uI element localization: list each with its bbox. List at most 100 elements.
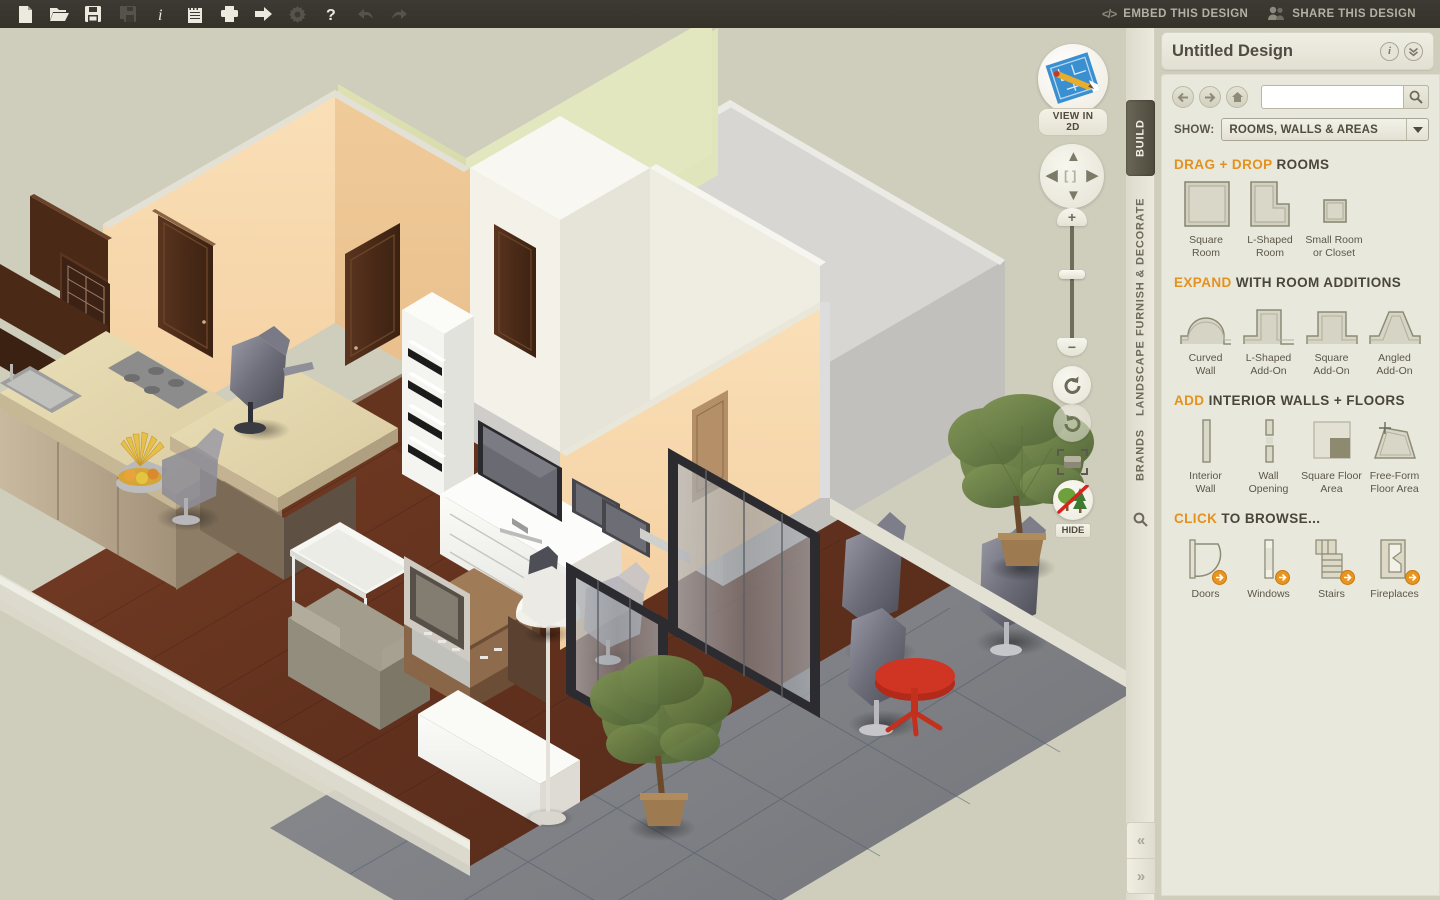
hide-trees-icon	[1057, 485, 1089, 514]
angled-add-on-label: Angled Add-On	[1376, 352, 1413, 377]
wall-opening-icon	[1237, 414, 1300, 466]
square-room-icon	[1174, 178, 1238, 230]
notes-icon[interactable]	[178, 1, 212, 27]
zoom-out-button[interactable]: −	[1057, 338, 1087, 356]
heading-rest-interior: INTERIOR WALLS + FLOORS	[1204, 393, 1405, 408]
l-shaped-room-icon	[1238, 178, 1302, 230]
pan-up-arrow[interactable]: ▲	[1066, 148, 1081, 165]
fireplaces-label: Fireplaces	[1370, 588, 1419, 600]
door-icon	[1174, 532, 1237, 584]
code-icon: </>	[1101, 7, 1117, 21]
panel-home-button[interactable]	[1226, 86, 1248, 108]
rotate-left-button[interactable]	[1053, 366, 1091, 404]
square-add-on-label: Square Add-On	[1313, 352, 1350, 377]
search-submit-button[interactable]	[1403, 85, 1429, 109]
section-heading-interior: ADD INTERIOR WALLS + FLOORS	[1174, 393, 1427, 408]
zoom-in-button[interactable]: +	[1057, 208, 1087, 226]
panel-info-icon[interactable]: i	[1380, 41, 1399, 61]
item-angled-add-on[interactable]: Angled Add-On	[1363, 296, 1426, 377]
stairs-browse-badge-icon[interactable]	[1340, 569, 1355, 585]
curved-wall-icon	[1174, 296, 1237, 348]
snapshot-button[interactable]	[1056, 448, 1089, 476]
pan-right-arrow[interactable]: ▶	[1086, 166, 1098, 184]
heading-rest-additions: WITH ROOM ADDITIONS	[1231, 275, 1402, 290]
window-icon	[1237, 532, 1300, 584]
panel-forward-button[interactable]	[1199, 86, 1221, 108]
item-square-floor-area[interactable]: Square Floor Area	[1300, 414, 1363, 495]
blueprint-pencil-icon	[1045, 52, 1100, 104]
show-select[interactable]: ROOMS, WALLS & AREAS	[1221, 118, 1429, 141]
zoom-track[interactable]	[1070, 220, 1074, 344]
share-label: SHARE THIS DESIGN	[1292, 8, 1416, 20]
rotate-right-button[interactable]	[1053, 404, 1091, 442]
top-toolbar: i ? </> EMBED THIS DESIGN SHARE THIS DES…	[0, 0, 1440, 28]
item-windows[interactable]: Windows	[1237, 532, 1300, 601]
item-doors[interactable]: Doors	[1174, 532, 1237, 601]
item-square-room[interactable]: Square Room	[1174, 178, 1238, 259]
embed-label: EMBED THIS DESIGN	[1123, 8, 1249, 20]
print-icon[interactable]	[212, 1, 246, 27]
hide-plants-disc	[1053, 480, 1093, 520]
heading-accent-interior: ADD	[1174, 393, 1205, 408]
snapshot-frame-icon	[1057, 449, 1088, 475]
save-as-icon[interactable]	[110, 1, 144, 27]
panel-search-icon[interactable]	[1126, 506, 1155, 532]
windows-browse-badge-icon[interactable]	[1275, 569, 1290, 585]
item-curved-wall[interactable]: Curved Wall	[1174, 296, 1237, 377]
l-shaped-add-on-label: L-Shaped Add-On	[1245, 352, 1292, 377]
undo-icon[interactable]	[348, 1, 382, 27]
tab-build[interactable]: BUILD	[1126, 100, 1155, 176]
share-this-design-link[interactable]: SHARE THIS DESIGN	[1258, 0, 1426, 28]
panel-header: Untitled Design i	[1161, 32, 1434, 70]
item-l-shaped-room[interactable]: L-Shaped Room	[1238, 178, 1302, 259]
help-icon[interactable]: ?	[314, 1, 348, 27]
tab-brands[interactable]: BRANDS	[1126, 413, 1155, 497]
save-icon[interactable]	[76, 1, 110, 27]
zoom-thumb[interactable]	[1059, 270, 1085, 279]
interior-wall-icon	[1174, 414, 1237, 466]
angled-add-on-icon	[1363, 296, 1426, 348]
panel-collapse-chevron-icon[interactable]	[1404, 41, 1423, 61]
interior-items: Interior Wall Wall Opening Square Floor Are…	[1174, 414, 1427, 495]
toolbar-right-links: </> EMBED THIS DESIGN SHARE THIS DESIGN	[1092, 0, 1440, 28]
l-shaped-room-label: L-Shaped Room	[1247, 234, 1293, 259]
embed-this-design-link[interactable]: </> EMBED THIS DESIGN	[1092, 0, 1258, 28]
zoom-slider[interactable]: + −	[1057, 208, 1087, 356]
item-stairs[interactable]: Stairs	[1300, 532, 1363, 601]
redo-icon[interactable]	[382, 1, 416, 27]
pan-left-arrow[interactable]: ◀	[1046, 166, 1058, 184]
view-2d-disc	[1038, 44, 1108, 114]
vertical-tab-strip: BUILD FURNISH & DECORATE LANDSCAPE BRAND…	[1126, 28, 1155, 900]
view-in-2d-button[interactable]: VIEW IN 2D	[1038, 44, 1108, 136]
item-wall-opening[interactable]: Wall Opening	[1237, 414, 1300, 495]
pan-down-arrow[interactable]: ▼	[1066, 187, 1081, 204]
stairs-label: Stairs	[1318, 588, 1345, 600]
item-l-shaped-add-on[interactable]: L-Shaped Add-On	[1237, 296, 1300, 377]
panel-back-button[interactable]	[1172, 86, 1194, 108]
collapse-left-button[interactable]: «	[1126, 822, 1156, 858]
settings-gear-icon[interactable]	[280, 1, 314, 27]
export-icon[interactable]	[246, 1, 280, 27]
closet-shelves	[402, 292, 474, 498]
fireplaces-browse-badge-icon[interactable]	[1405, 569, 1420, 585]
pan-dpad[interactable]: ▲ ▼ ◀ ▶ [ ]	[1040, 144, 1104, 208]
collapse-right-button[interactable]: »	[1126, 858, 1156, 894]
item-small-room-or-closet[interactable]: Small Room or Closet	[1302, 178, 1366, 259]
hide-plants-toggle[interactable]: HIDE	[1053, 480, 1093, 538]
recenter-icon[interactable]: [ ]	[1064, 168, 1076, 183]
new-file-icon[interactable]	[8, 1, 42, 27]
item-free-form-floor-area[interactable]: Free-Form Floor Area	[1363, 414, 1426, 495]
doors-browse-badge-icon[interactable]	[1212, 569, 1227, 585]
item-square-add-on[interactable]: Square Add-On	[1300, 296, 1363, 377]
open-folder-icon[interactable]	[42, 1, 76, 27]
info-icon[interactable]: i	[144, 1, 178, 27]
section-drag-drop-rooms: DRAG + DROP ROOMS Square Room L-Shaped Roo…	[1162, 157, 1439, 259]
design-viewport-3d[interactable]	[0, 28, 1155, 900]
browse-items: Doors Windows Stairs Fireplaces	[1174, 532, 1427, 601]
square-floor-area-icon	[1300, 414, 1363, 466]
item-fireplaces[interactable]: Fireplaces	[1363, 532, 1426, 601]
app-root: i ? </> EMBED THIS DESIGN SHARE THIS DES…	[0, 0, 1440, 900]
chevron-down-icon[interactable]	[1406, 119, 1428, 140]
panel-collapse-buttons: « »	[1126, 822, 1156, 894]
item-interior-wall[interactable]: Interior Wall	[1174, 414, 1237, 495]
